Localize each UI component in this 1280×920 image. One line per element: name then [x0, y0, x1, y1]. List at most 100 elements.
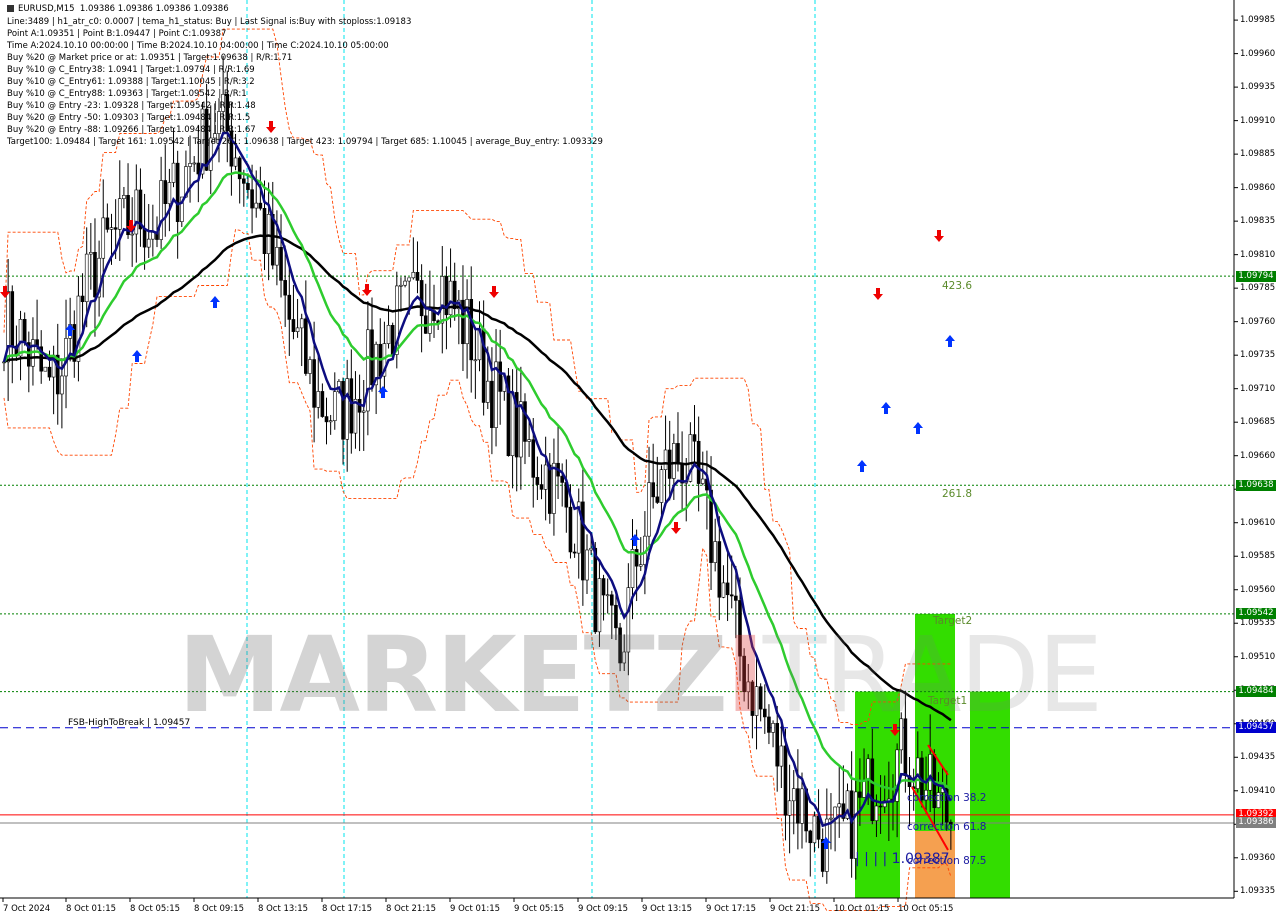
price-tick-label: 1.09885 [1240, 149, 1276, 160]
candle-body [837, 803, 842, 808]
candle-body [601, 578, 606, 596]
channel-band [3, 28, 952, 912]
time-tick-label: 10 Oct 01:15 [834, 904, 890, 914]
candle-body [820, 839, 825, 872]
candle-body [159, 180, 163, 240]
level-price-box: 1.09457 [1236, 722, 1276, 734]
time-tick-label: 8 Oct 09:15 [194, 904, 245, 914]
candle-body [729, 594, 734, 597]
candle-body [341, 381, 345, 440]
target2-label: Target2 [933, 615, 973, 627]
target-261-label: 261.8 [942, 488, 973, 500]
candle-body [419, 280, 424, 317]
level-price-box: 1.09794 [1236, 270, 1276, 282]
price-tick-label: 1.09660 [1240, 450, 1276, 461]
candle-body [109, 227, 114, 230]
candle-body [672, 443, 676, 479]
fsb-label: FSB-HighToBreak | 1.09457 [68, 718, 191, 728]
candle-body [510, 392, 515, 457]
candle-body [324, 416, 329, 423]
buy-arrow-icon [378, 386, 388, 398]
lower-band-line [3, 228, 952, 912]
buy-arrow-icon [881, 402, 891, 414]
candle-body [713, 541, 717, 563]
candle-body [22, 319, 27, 343]
candle-body [386, 325, 391, 344]
price-tick-label: 1.09785 [1240, 283, 1276, 294]
candle-body [498, 361, 502, 392]
candle-body [279, 246, 283, 281]
candle-body [700, 478, 705, 484]
buy-arrow-icon [210, 296, 220, 308]
candle-body [258, 202, 263, 209]
price-tick-label: 1.09360 [1240, 852, 1276, 863]
candle-body [122, 195, 126, 199]
time-tick-label: 8 Oct 01:15 [66, 904, 117, 914]
candle-body [250, 189, 254, 209]
candle-body [655, 496, 660, 503]
candle-body [676, 443, 680, 465]
header-symbol-line: EURUSD,M15 1.09386 1.09386 1.09386 1.093… [7, 3, 229, 15]
candle-body [791, 788, 796, 802]
candle-body [874, 805, 879, 821]
info-line: Buy %10 @ C_Entry38: 1.0941 | Target:1.0… [7, 65, 255, 75]
candle-body [345, 378, 349, 440]
price-tick-label: 1.09410 [1240, 785, 1276, 796]
buy-arrow-icon [630, 534, 640, 546]
candle-body [866, 758, 870, 781]
candle-body [783, 745, 788, 816]
candle-body [725, 582, 730, 596]
sell-arrow-icon [934, 230, 944, 242]
candles [2, 55, 953, 884]
time-tick-label: 10 Oct 05:15 [898, 904, 954, 914]
time-tick-label: 8 Oct 17:15 [322, 904, 373, 914]
candle-body [630, 549, 635, 588]
candle-body [312, 359, 316, 408]
candle-body [585, 549, 589, 581]
candle-body [589, 547, 593, 551]
candle-body [651, 482, 655, 498]
candle-body [721, 582, 726, 598]
candle-body [80, 295, 85, 303]
candle-body [552, 462, 556, 514]
price-tick-label: 1.09685 [1240, 417, 1276, 428]
candle-body [531, 439, 536, 478]
candle-body [287, 294, 292, 320]
candle-body [105, 217, 110, 230]
info-line: Line:3489 | h1_atr_c0: 0.0007 | tema_h1_… [7, 17, 412, 27]
candle-body [262, 208, 267, 254]
candle-body [233, 157, 238, 167]
candle-body [308, 359, 312, 374]
price-tick-label: 1.09335 [1240, 886, 1276, 897]
info-line: Point A:1.09351 | Point B:1.09447 | Poin… [7, 29, 227, 39]
candle-body [266, 214, 271, 254]
candle-body [829, 817, 833, 820]
candle-body [242, 178, 246, 184]
candle-body [465, 299, 469, 345]
candle-body [543, 464, 548, 490]
candle-body [320, 391, 325, 417]
candle-body [485, 380, 490, 403]
time-tick-label: 9 Oct 05:15 [514, 904, 565, 914]
sell-arrow-icon [266, 121, 276, 133]
candle-body [692, 434, 697, 442]
candle-body [812, 815, 817, 844]
candle-body [237, 157, 242, 180]
chart-root: MARKETZITRADE EURUSD,M15 1.09386 1.09386… [0, 0, 1280, 920]
price-tick-label: 1.09985 [1240, 15, 1276, 26]
candle-body [275, 246, 279, 266]
candle-body [47, 366, 52, 378]
candle-body [870, 758, 875, 821]
candle-body [361, 410, 366, 413]
level-price-box: 1.09484 [1236, 686, 1276, 698]
time-tick-label: 9 Oct 17:15 [706, 904, 757, 914]
candle-body [89, 251, 93, 255]
candle-body [734, 595, 738, 601]
price-tick-label: 1.09835 [1240, 216, 1276, 227]
candle-body [647, 482, 651, 537]
candle-body [527, 439, 531, 442]
candle-body [568, 506, 573, 553]
candle-body [717, 541, 722, 598]
info-line: Buy %10 @ Entry -23: 1.09328 | Target:1.… [7, 101, 256, 111]
candle-body [332, 391, 337, 421]
